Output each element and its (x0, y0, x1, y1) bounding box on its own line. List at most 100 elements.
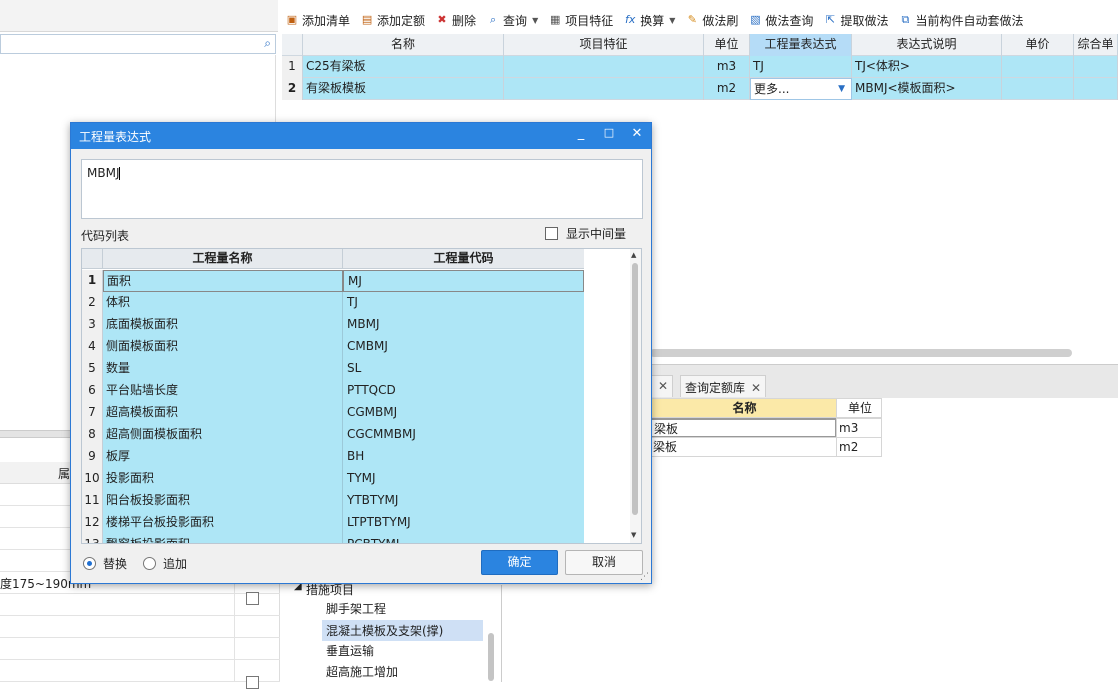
quantity-code[interactable]: TYMJ (343, 468, 584, 490)
code-list-row[interactable]: 1 面积 MJ (82, 270, 584, 292)
code-list-row[interactable]: 9 板厚 BH (82, 446, 584, 468)
quantity-code[interactable]: BH (343, 446, 584, 468)
code-list-row[interactable]: 13 飘窗板投影面积 PCBTYMJ (82, 534, 584, 543)
horizontal-scrollbar[interactable] (650, 349, 1072, 357)
tree-scrollbar[interactable] (488, 633, 494, 681)
column-header-feature[interactable]: 项目特征 (504, 34, 704, 56)
quantity-code[interactable]: CMBMJ (343, 336, 584, 358)
dialog-titlebar[interactable]: 工程量表达式 _ □ ✕ (71, 123, 651, 149)
quantity-name[interactable]: 阳台板投影面积 (103, 490, 343, 512)
scrollbar-thumb[interactable] (632, 263, 638, 515)
code-list-row[interactable]: 3 底面模板面积 MBMJ (82, 314, 584, 336)
close-icon[interactable]: ✕ (658, 379, 668, 393)
cell-total[interactable] (1074, 78, 1118, 100)
cell-description[interactable]: TJ<体积> (852, 56, 1002, 78)
quantity-code[interactable]: TJ (343, 292, 584, 314)
grid-row[interactable]: 2 有梁板模板 m2 更多... ▼ MBMJ<模板面积> (282, 78, 1118, 100)
measure-item-selected[interactable]: 混凝土模板及支架(撑) (322, 620, 483, 641)
quantity-name[interactable]: 侧面模板面积 (103, 336, 343, 358)
column-header-unit[interactable]: 单位 (704, 34, 750, 56)
expression-dropdown[interactable]: 更多... ▼ (750, 78, 852, 100)
grid-row[interactable]: 1 C25有梁板 m3 TJ TJ<体积> (282, 56, 1118, 78)
measure-item[interactable]: 超高施工增加 (326, 663, 398, 680)
code-list-row[interactable]: 8 超高侧面模板面积 CGCMMBMJ (82, 424, 584, 446)
quantity-code[interactable]: MJ (343, 270, 584, 292)
resize-grip-icon[interactable]: ⋰ (640, 572, 649, 582)
code-list-row[interactable]: 7 超高模板面积 CGMBMJ (82, 402, 584, 424)
cell-description[interactable]: MBMJ<模板面积> (852, 78, 1002, 100)
quantity-name[interactable]: 飘窗板投影面积 (103, 534, 343, 543)
code-list-row[interactable]: 12 楼梯平台板投影面积 LTPTBTYMJ (82, 512, 584, 534)
minimize-icon[interactable]: _ (571, 126, 591, 141)
quantity-code[interactable]: PTTQCD (343, 380, 584, 402)
code-list-row[interactable]: 5 数量 SL (82, 358, 584, 380)
quantity-name[interactable]: 投影面积 (103, 468, 343, 490)
measure-item[interactable]: 垂直运输 (326, 642, 374, 659)
cell-expression[interactable]: TJ (750, 56, 852, 78)
quantity-code[interactable]: PCBTYMJ (343, 534, 584, 543)
quantity-code[interactable]: MBMJ (343, 314, 584, 336)
quantity-name[interactable]: 超高侧面模板面积 (103, 424, 343, 446)
code-list-row[interactable]: 2 体积 TJ (82, 292, 584, 314)
column-header-description[interactable]: 表达式说明 (852, 34, 1002, 56)
cancel-button[interactable]: 取消 (565, 550, 643, 575)
extract-method-button[interactable]: ⇱ 提取做法 (820, 9, 895, 31)
cell-name[interactable]: 有梁板模板 (303, 78, 504, 100)
quantity-name[interactable]: 体积 (103, 292, 343, 314)
property-checkbox[interactable] (246, 592, 259, 605)
column-header-name[interactable]: 名称 (303, 34, 504, 56)
quantity-name[interactable]: 面积 (103, 270, 343, 292)
quantity-name[interactable]: 平台贴墙长度 (103, 380, 343, 402)
quota-header-name[interactable]: 名称 (650, 398, 837, 418)
quantity-code[interactable]: YTBTYMJ (343, 490, 584, 512)
code-list-row[interactable]: 4 侧面模板面积 CMBMJ (82, 336, 584, 358)
code-list-scrollbar[interactable]: ▲ ▼ (630, 249, 641, 543)
scroll-up-icon[interactable]: ▲ (631, 251, 636, 259)
cell-name[interactable]: C25有梁板 (303, 56, 504, 78)
column-header-price[interactable]: 单价 (1002, 34, 1074, 56)
cell-feature[interactable] (504, 56, 704, 78)
ok-button[interactable]: 确定 (481, 550, 558, 575)
quota-row-unit[interactable]: m3 (836, 418, 882, 438)
close-icon[interactable]: ✕ (627, 126, 647, 141)
cell-price[interactable] (1002, 56, 1074, 78)
quota-row-name[interactable]: 梁板 (650, 418, 837, 438)
property-row[interactable] (0, 638, 280, 660)
cell-total[interactable] (1074, 56, 1118, 78)
code-list-row[interactable]: 11 阳台板投影面积 YTBTYMJ (82, 490, 584, 512)
quantity-code[interactable]: LTPTBTYMJ (343, 512, 584, 534)
cell-unit[interactable]: m2 (704, 78, 750, 100)
quantity-code[interactable]: CGMBMJ (343, 402, 584, 424)
quota-row-unit[interactable]: m2 (836, 437, 882, 457)
show-intermediate-checkbox[interactable]: 显示中间量 (545, 225, 626, 242)
quantity-code[interactable]: SL (343, 358, 584, 380)
method-brush-button[interactable]: ✎ 做法刷 (682, 9, 745, 31)
cell-price[interactable] (1002, 78, 1074, 100)
quantity-name[interactable]: 板厚 (103, 446, 343, 468)
maximize-icon[interactable]: □ (599, 126, 619, 139)
auto-apply-button[interactable]: ⧉ 当前构件自动套做法 (895, 9, 1030, 31)
property-checkbox[interactable] (246, 676, 259, 689)
expression-input[interactable]: MBMJ (81, 159, 643, 219)
column-header-quantity-name[interactable]: 工程量名称 (103, 249, 343, 269)
close-icon[interactable]: ✕ (751, 381, 761, 395)
code-list-row[interactable]: 6 平台贴墙长度 PTTQCD (82, 380, 584, 402)
column-header-quantity-code[interactable]: 工程量代码 (343, 249, 584, 269)
property-row[interactable] (0, 594, 280, 616)
quantity-name[interactable]: 底面模板面积 (103, 314, 343, 336)
query-button[interactable]: ⌕ 查询 ▼ (483, 9, 545, 31)
add-quota-button[interactable]: ▤ 添加定额 (357, 9, 432, 31)
cell-feature[interactable] (504, 78, 704, 100)
radio-replace[interactable] (83, 557, 96, 570)
quantity-name[interactable]: 超高模板面积 (103, 402, 343, 424)
measure-item[interactable]: 脚手架工程 (326, 600, 386, 617)
quantity-name[interactable]: 数量 (103, 358, 343, 380)
cell-unit[interactable]: m3 (704, 56, 750, 78)
quantity-code[interactable]: CGCMMBMJ (343, 424, 584, 446)
code-list-row[interactable]: 10 投影面积 TYMJ (82, 468, 584, 490)
column-header-total[interactable]: 综合单 (1074, 34, 1118, 56)
add-list-button[interactable]: ▣ 添加清单 (282, 9, 357, 31)
quota-row-name[interactable]: 梁板 (650, 437, 837, 457)
scroll-down-icon[interactable]: ▼ (631, 531, 636, 539)
search-input[interactable]: ⌕ (0, 34, 276, 54)
